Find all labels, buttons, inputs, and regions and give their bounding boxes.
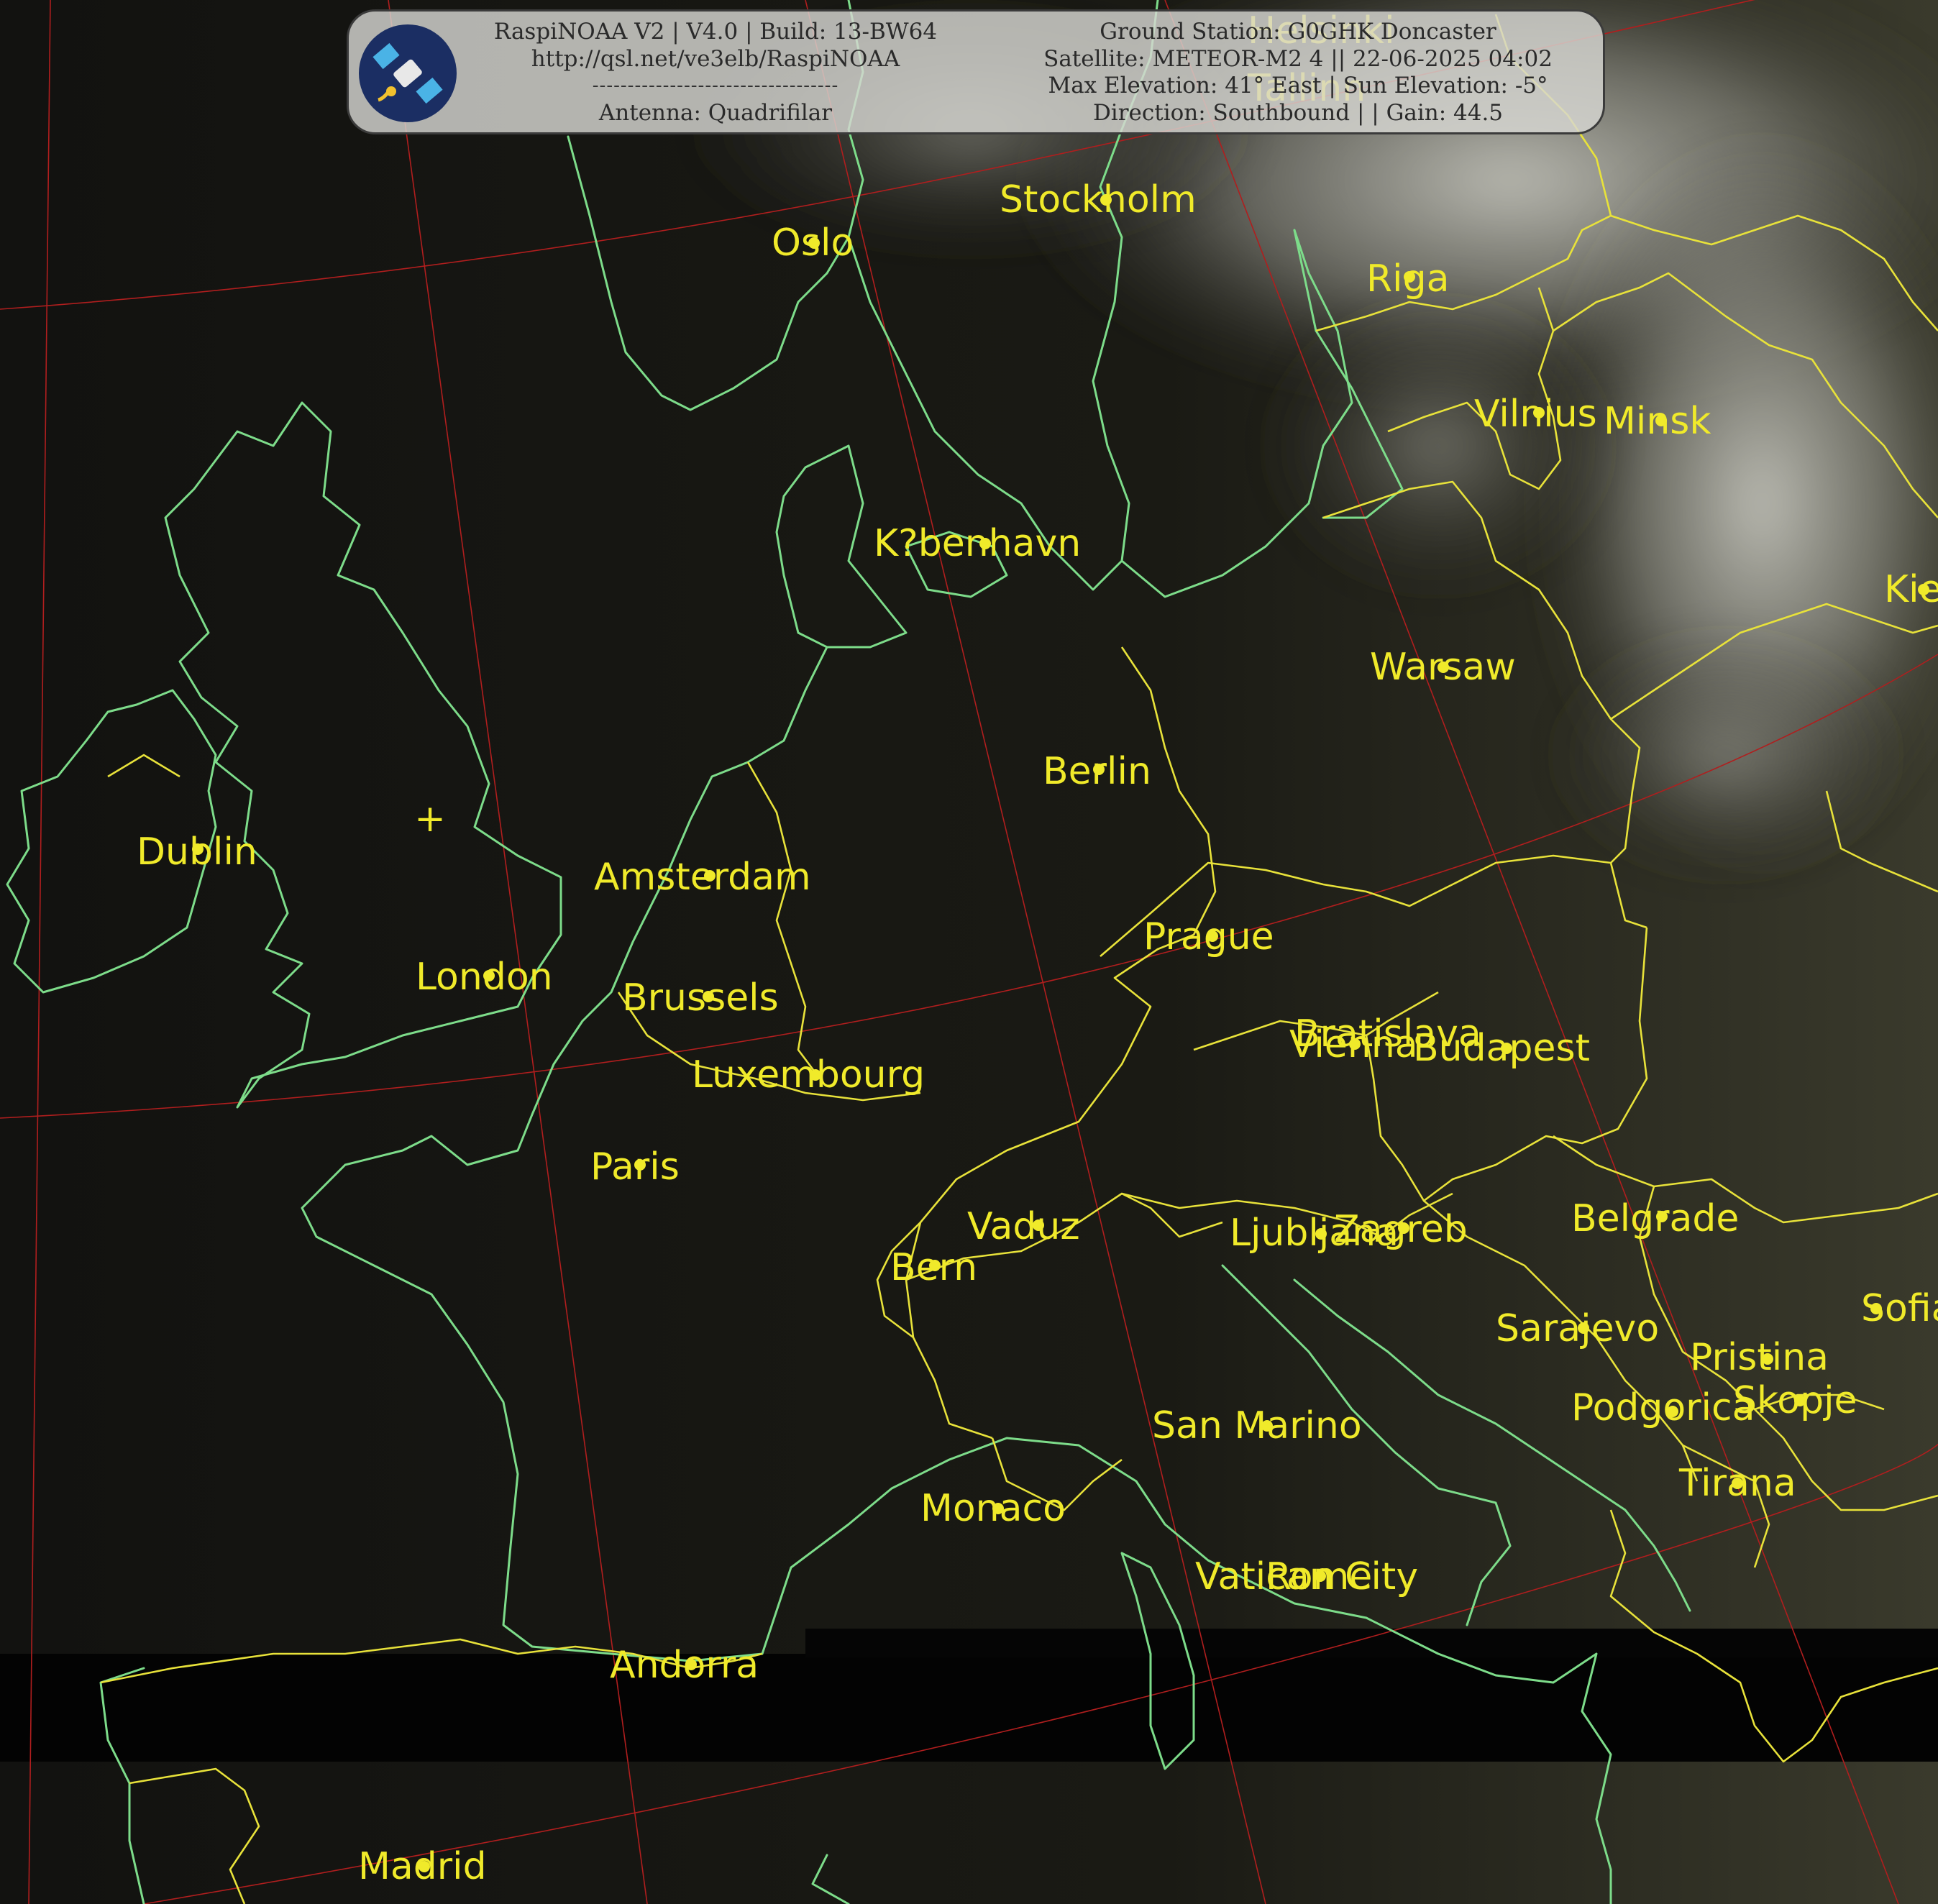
city-label-stockholm: Stockholm <box>1000 178 1197 221</box>
satellite-info: Satellite: METEOR-M2 4 || 22-06-2025 04:… <box>1043 45 1553 72</box>
city-dot-prague <box>1207 930 1218 942</box>
city-dot-kiev <box>1918 584 1929 595</box>
city-dot-k-benhavn <box>979 538 991 549</box>
map-canvas: + HelsinkiTallinnStockholmOsloRigaVilniu… <box>0 0 1938 1904</box>
city-dot-monaco <box>992 1503 1004 1514</box>
city-dot-budapest <box>1501 1043 1512 1054</box>
city-dot-paris <box>634 1159 646 1171</box>
city-label-kiev: Kiev <box>1884 568 1938 611</box>
city-dot-belgrade <box>1656 1211 1668 1222</box>
city-dot-luxembourg <box>810 1069 821 1081</box>
city-label-podgorica: Podgorica <box>1571 1386 1755 1429</box>
antenna-info: Antenna: Quadrifilar <box>598 99 833 126</box>
city-dot-brussels <box>703 991 714 1002</box>
elevation-info: Max Elevation: 41° East | Sun Elevation:… <box>1048 73 1548 99</box>
city-dot-stockholm <box>1100 194 1112 206</box>
city-label-pristina: Pristina <box>1690 1336 1829 1379</box>
city-label-san-marino: San Marino <box>1152 1404 1362 1447</box>
city-dot-tirana <box>1732 1478 1743 1489</box>
city-dot-oslo <box>808 237 820 249</box>
city-dot-madrid <box>419 1861 430 1872</box>
city-dot-podgorica <box>1667 1406 1678 1417</box>
raspinoaa-logo <box>359 24 457 122</box>
city-dot-bern <box>929 1260 941 1271</box>
city-label-vaduz: Vaduz <box>967 1205 1080 1248</box>
city-label-belgrade: Belgrade <box>1571 1197 1739 1240</box>
city-dot-ljubljana <box>1315 1228 1327 1240</box>
city-dot-vilnius <box>1533 407 1545 418</box>
city-dot-london <box>483 970 495 981</box>
ground-station-info: Ground Station: G0GHK Doncaster <box>1100 19 1496 45</box>
city-dot-pristina <box>1762 1353 1773 1365</box>
city-dot-amsterdam <box>704 870 716 882</box>
header-left-info: RaspiNOAA V2 | V4.0 | Build: 13-BW64 htt… <box>471 19 960 127</box>
city-label-brussels: Brussels <box>622 976 779 1020</box>
city-dot-vaduz <box>1033 1219 1044 1231</box>
city-dot-andorra <box>685 1659 697 1670</box>
city-dot-rome <box>1315 1570 1326 1582</box>
city-label-sarajevo: Sarajevo <box>1496 1307 1659 1350</box>
city-label-amsterdam: Amsterdam <box>594 856 811 899</box>
satellite-icon <box>372 42 443 104</box>
city-dot-sarajevo <box>1578 1322 1589 1334</box>
city-dot-san-marino <box>1261 1420 1273 1432</box>
city-dot-sofia <box>1870 1303 1882 1314</box>
city-dot-berlin <box>1093 764 1105 775</box>
project-url: http://qsl.net/ve3elb/RaspiNOAA <box>531 45 900 72</box>
header-divider: ----------------------------------- <box>592 75 839 96</box>
city-dot-zagreb <box>1398 1222 1409 1234</box>
data-gap-band <box>0 1654 1938 1762</box>
city-dot-minsk <box>1655 415 1667 426</box>
direction-gain-info: Direction: Southbound | | Gain: 44.5 <box>1092 99 1504 126</box>
city-label-k-benhavn: K?benhavn <box>874 522 1081 565</box>
data-gap-band-upper <box>805 1629 1938 1657</box>
city-dot-warsaw <box>1437 662 1449 673</box>
satellite-map: + HelsinkiTallinnStockholmOsloRigaVilniu… <box>0 0 1938 1904</box>
city-dot-riga <box>1404 271 1415 283</box>
city-label-luxembourg: Luxembourg <box>692 1053 925 1097</box>
pass-info-header: RaspiNOAA V2 | V4.0 | Build: 13-BW64 htt… <box>347 9 1605 134</box>
city-dot-dublin <box>192 843 204 855</box>
city-label-andorra: Andorra <box>610 1644 759 1687</box>
city-dot-vienna <box>1349 1038 1361 1050</box>
ground-station-marker: + <box>414 797 446 841</box>
software-version: RaspiNOAA V2 | V4.0 | Build: 13-BW64 <box>493 19 938 45</box>
header-right-info: Ground Station: G0GHK Doncaster Satellit… <box>996 19 1600 127</box>
city-dot-skopje <box>1794 1395 1806 1406</box>
